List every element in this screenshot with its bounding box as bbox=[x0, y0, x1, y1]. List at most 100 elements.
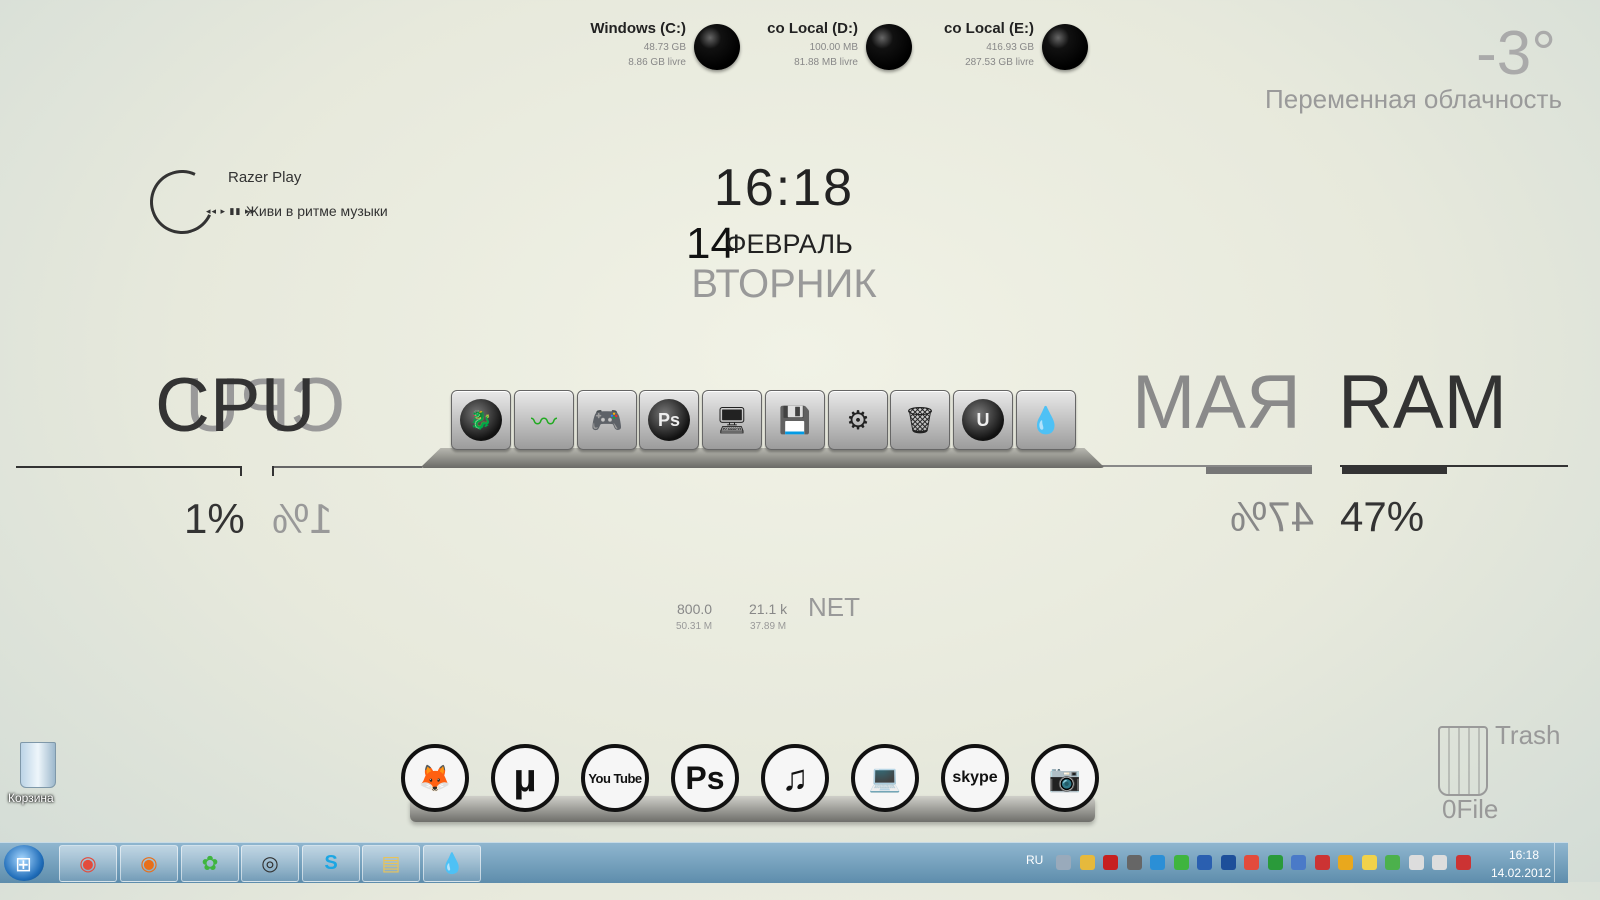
tray-download-icon[interactable] bbox=[1220, 855, 1236, 870]
dragon-icon: 🐉 bbox=[460, 399, 502, 441]
bottom-dock-computer[interactable]: 💻 bbox=[851, 744, 919, 812]
activity-icon: 〰 bbox=[530, 406, 557, 437]
trash-count: 0File bbox=[1442, 794, 1499, 824]
drive-total: 48.73 GB bbox=[643, 42, 686, 53]
cpu-label: CPU bbox=[155, 363, 316, 448]
clock-time: 16:18 bbox=[713, 159, 855, 217]
skype-icon: S bbox=[324, 852, 338, 874]
tray-folder-icon[interactable] bbox=[1079, 855, 1095, 870]
weather-description: Переменная облачность bbox=[1265, 84, 1562, 114]
ram-percent-mirror: 47% bbox=[1230, 493, 1315, 540]
top-dock-gamepad[interactable]: 🎮 bbox=[577, 390, 637, 450]
tray-clock-time[interactable]: 16:18 bbox=[1494, 848, 1554, 862]
drive-d[interactable]: co Local (D:) 100.00 MB 81.88 MB livre bbox=[728, 18, 918, 78]
drive-name: co Local (E:) bbox=[943, 20, 1034, 37]
tray-sync-icon[interactable] bbox=[1338, 855, 1353, 870]
taskbar-firefox[interactable]: ◉ bbox=[120, 845, 178, 882]
ram-label-mirror: MAЯ bbox=[1132, 360, 1301, 445]
firefox-icon: 🦊 bbox=[418, 762, 452, 793]
top-dock-droplet[interactable]: 💧 bbox=[1016, 390, 1076, 450]
drive-e[interactable]: co Local (E:) 416.93 GB 287.53 GB livre bbox=[904, 18, 1094, 78]
trash-icon: 🗑 bbox=[903, 404, 937, 435]
drive-name: Windows (C:) bbox=[590, 20, 686, 37]
tray-battery-icon[interactable] bbox=[1385, 855, 1400, 870]
top-dock-activity-monitor[interactable]: 〰 bbox=[514, 390, 574, 450]
bottom-dock-firefox[interactable]: 🦊 bbox=[401, 744, 469, 812]
photoshop-icon: Ps bbox=[685, 759, 725, 796]
taskbar-skype[interactable]: S bbox=[302, 845, 360, 882]
tray-network-icon[interactable] bbox=[1150, 855, 1165, 870]
trash-can-icon[interactable] bbox=[1438, 726, 1488, 796]
drive-ball-icon bbox=[1042, 24, 1088, 70]
top-dock-floppy-save[interactable]: 💾 bbox=[765, 390, 825, 450]
tray-icq-icon[interactable] bbox=[1173, 855, 1189, 870]
recycle-bin-icon[interactable] bbox=[20, 742, 56, 788]
gamepad-icon: 🎮 bbox=[590, 404, 624, 435]
net-upload-total: 50.31 M bbox=[676, 621, 713, 632]
tray-monitor-icon[interactable] bbox=[1408, 855, 1424, 870]
bottom-dock-utorrent[interactable]: µ bbox=[491, 744, 559, 812]
tray-clock-date[interactable]: 14.02.2012 bbox=[1488, 866, 1554, 880]
droplet-icon: 💧 bbox=[1029, 404, 1063, 435]
music-icon: ♫ bbox=[781, 757, 809, 798]
trash-label: Trash bbox=[1495, 720, 1561, 750]
drive-total: 416.93 GB bbox=[986, 42, 1034, 53]
cpu-tick-right bbox=[272, 466, 274, 476]
net-upload-rate: 800.0 bbox=[677, 601, 713, 617]
bottom-dock-music[interactable]: ♫ bbox=[761, 744, 829, 812]
show-desktop-button[interactable] bbox=[1554, 843, 1567, 882]
top-dock-photoshop[interactable]: Ps bbox=[639, 390, 699, 450]
skype-icon: skype bbox=[952, 769, 998, 786]
ram-bar-mirror bbox=[1206, 467, 1312, 474]
top-dock-display[interactable]: 🖥 bbox=[702, 390, 762, 450]
tray-tool-icon[interactable] bbox=[1126, 855, 1142, 870]
ram-bar bbox=[1342, 467, 1447, 474]
cpu-line-left bbox=[16, 466, 242, 468]
firefox-icon: ◉ bbox=[140, 853, 158, 875]
icq-icon: ✿ bbox=[201, 853, 219, 875]
cpu-percent-mirror: 1% bbox=[272, 495, 333, 542]
tray-lightbulb-icon[interactable] bbox=[1361, 855, 1377, 870]
drive-free: 287.53 GB livre bbox=[965, 57, 1034, 68]
utorrent-icon: µ bbox=[513, 755, 537, 800]
bottom-dock-camera[interactable]: 📷 bbox=[1031, 744, 1099, 812]
windows-flag-icon: ⊞ bbox=[15, 854, 32, 876]
top-dock-unreal[interactable]: U bbox=[953, 390, 1013, 450]
tray-adobe-icon[interactable] bbox=[1103, 855, 1118, 870]
tray-alert-icon[interactable] bbox=[1455, 855, 1471, 870]
net-download-total: 37.89 M bbox=[750, 621, 787, 632]
display-icon: 🖥 bbox=[715, 404, 749, 435]
bottom-dock-skype[interactable]: skype bbox=[941, 744, 1009, 812]
drive-c[interactable]: Windows (C:) 48.73 GB 8.86 GB livre bbox=[556, 18, 746, 78]
taskbar-droplet[interactable]: 💧 bbox=[423, 845, 481, 882]
tray-globe-icon[interactable] bbox=[1291, 855, 1306, 870]
drive-total: 100.00 MB bbox=[809, 42, 858, 53]
taskbar-chrome[interactable]: ◉ bbox=[59, 845, 117, 882]
tray-b-app-icon[interactable] bbox=[1197, 855, 1212, 870]
language-indicator[interactable]: RU bbox=[1026, 853, 1043, 867]
net-download-rate: 21.1 k bbox=[749, 601, 788, 617]
clock-month: ФЕВРАЛЬ bbox=[726, 229, 853, 259]
settings-icon: ⚙ bbox=[846, 404, 870, 435]
clock-weekday: ВТОРНИК bbox=[691, 262, 877, 306]
cpu-percent: 1% bbox=[184, 495, 245, 542]
net-label: NET bbox=[808, 592, 860, 622]
bottom-dock-youtube[interactable]: You Tube bbox=[581, 744, 649, 812]
taskbar-icq[interactable]: ✿ bbox=[181, 845, 239, 882]
bottom-dock-photoshop[interactable]: Ps bbox=[671, 744, 739, 812]
top-dock-dragon-app[interactable]: 🐉 bbox=[451, 390, 511, 450]
top-dock-settings-panel[interactable]: ⚙ bbox=[828, 390, 888, 450]
tray-flag-icon[interactable] bbox=[1314, 855, 1330, 870]
chrome-icon: ◉ bbox=[79, 853, 97, 875]
tray-droplet-icon[interactable] bbox=[1056, 855, 1071, 870]
tray-volume-icon[interactable] bbox=[1432, 855, 1447, 870]
recycle-bin-label[interactable]: Корзина bbox=[8, 791, 54, 805]
top-dock-recycle-bin[interactable]: 🗑 bbox=[890, 390, 950, 450]
taskbar-steam[interactable]: ◎ bbox=[241, 845, 299, 882]
tray-m-app-icon[interactable] bbox=[1267, 855, 1283, 870]
tray-chrome-icon[interactable] bbox=[1244, 855, 1259, 870]
taskbar-explorer[interactable]: ▤ bbox=[362, 845, 420, 882]
ram-percent: 47% bbox=[1340, 493, 1425, 540]
folder-icon: ▤ bbox=[381, 853, 401, 875]
steam-icon: ◎ bbox=[261, 853, 279, 875]
